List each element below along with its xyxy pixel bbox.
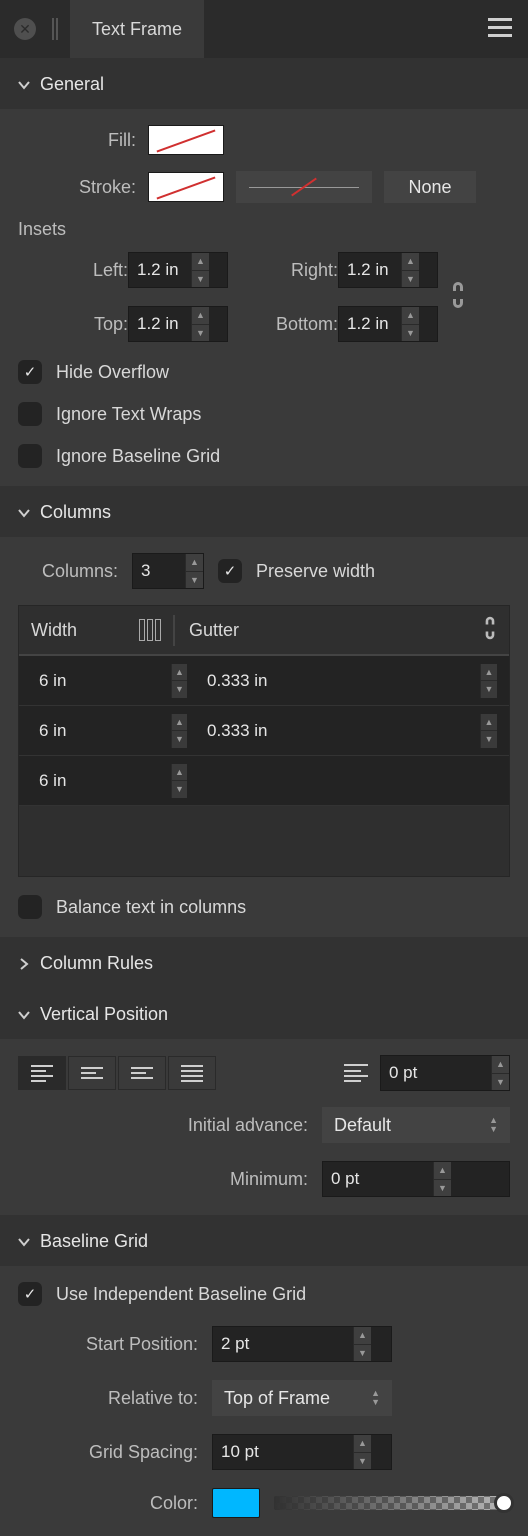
section-body-vertical: ▲▼ Initial advance: Default ▲▼ Minimum: … xyxy=(0,1039,528,1215)
fill-label: Fill: xyxy=(18,130,136,151)
vertical-offset-icon xyxy=(344,1064,368,1082)
section-body-baseline: Use Independent Baseline Grid Start Posi… xyxy=(0,1266,528,1536)
balance-columns-label: Balance text in columns xyxy=(56,897,246,918)
titlebar: ✕ Text Frame xyxy=(0,0,528,58)
link-insets-icon[interactable] xyxy=(450,280,466,315)
slider-thumb[interactable] xyxy=(494,1493,514,1513)
ignore-baseline-label: Ignore Baseline Grid xyxy=(56,446,220,467)
panel-tab-text-frame[interactable]: Text Frame xyxy=(70,0,204,58)
table-empty xyxy=(19,806,509,876)
grid-spacing-label: Grid Spacing: xyxy=(18,1442,198,1463)
section-title: Column Rules xyxy=(40,953,153,974)
gutter-header: Gutter xyxy=(189,620,239,641)
section-header-column-rules[interactable]: Column Rules xyxy=(0,937,528,988)
panel-drag-handle[interactable] xyxy=(52,18,58,40)
inset-bottom-field[interactable]: ▲▼ xyxy=(338,306,438,342)
section-header-vertical-position[interactable]: Vertical Position xyxy=(0,988,528,1039)
use-independent-baseline-label: Use Independent Baseline Grid xyxy=(56,1284,306,1305)
chevron-down-icon xyxy=(18,507,30,519)
baseline-color-swatch[interactable] xyxy=(212,1488,260,1518)
width-header: Width xyxy=(31,620,77,641)
panel-title: Text Frame xyxy=(92,19,182,40)
link-gutter-icon[interactable] xyxy=(483,615,497,646)
select-arrows-icon: ▲▼ xyxy=(371,1389,380,1407)
section-title: Baseline Grid xyxy=(40,1231,148,1252)
hide-overflow-label: Hide Overflow xyxy=(56,362,169,383)
section-header-general[interactable]: General xyxy=(0,58,528,109)
table-row: ▲▼ ▲▼ xyxy=(19,706,509,756)
stroke-style-dropdown[interactable]: None xyxy=(384,171,476,203)
ignore-text-wraps-checkbox[interactable] xyxy=(18,402,42,426)
baseline-opacity-slider[interactable] xyxy=(274,1496,510,1510)
table-row: ▲▼ xyxy=(19,756,509,806)
inset-top-field[interactable]: ▲▼ xyxy=(128,306,228,342)
insets-group-label: Insets xyxy=(18,219,510,240)
initial-advance-label: Initial advance: xyxy=(18,1115,308,1136)
inset-bottom-label: Bottom: xyxy=(228,314,338,335)
chevron-down-icon xyxy=(18,79,30,91)
stepper[interactable]: ▲▼ xyxy=(401,307,419,341)
table-row: ▲▼ ▲▼ xyxy=(19,656,509,706)
align-top-button[interactable] xyxy=(18,1056,66,1090)
stepper[interactable]: ▲▼ xyxy=(191,307,209,341)
width-field[interactable]: ▲▼ xyxy=(31,664,187,698)
stepper[interactable]: ▲▼ xyxy=(191,253,209,287)
vertical-align-group xyxy=(18,1056,216,1090)
inset-top-label: Top: xyxy=(18,314,128,335)
section-title: Columns xyxy=(40,502,111,523)
initial-advance-select[interactable]: Default ▲▼ xyxy=(322,1107,510,1143)
columns-icon xyxy=(139,619,161,641)
section-title: General xyxy=(40,74,104,95)
balance-columns-checkbox[interactable] xyxy=(18,895,42,919)
minimum-label: Minimum: xyxy=(18,1169,308,1190)
grid-spacing-field[interactable]: ▲▼ xyxy=(212,1434,392,1470)
inset-right-field[interactable]: ▲▼ xyxy=(338,252,438,288)
start-position-label: Start Position: xyxy=(18,1334,198,1355)
inset-right-label: Right: xyxy=(228,260,338,281)
ignore-baseline-checkbox[interactable] xyxy=(18,444,42,468)
close-button[interactable]: ✕ xyxy=(14,18,36,40)
hide-overflow-checkbox[interactable] xyxy=(18,360,42,384)
columns-table: Width Gutter ▲▼ ▲▼ ▲▼ ▲▼ ▲▼ xyxy=(18,605,510,877)
preserve-width-checkbox[interactable] xyxy=(218,559,242,583)
relative-to-select[interactable]: Top of Frame ▲▼ xyxy=(212,1380,392,1416)
align-center-button[interactable] xyxy=(68,1056,116,1090)
chevron-down-icon xyxy=(18,1009,30,1021)
select-arrows-icon: ▲▼ xyxy=(489,1116,498,1134)
align-bottom-button[interactable] xyxy=(118,1056,166,1090)
stepper[interactable]: ▲▼ xyxy=(185,554,203,588)
inset-left-label: Left: xyxy=(18,260,128,281)
color-label: Color: xyxy=(18,1493,198,1514)
ignore-text-wraps-label: Ignore Text Wraps xyxy=(56,404,201,425)
preserve-width-label: Preserve width xyxy=(256,561,375,582)
width-field[interactable]: ▲▼ xyxy=(31,714,187,748)
vertical-offset-field[interactable]: ▲▼ xyxy=(380,1055,510,1091)
gutter-field[interactable]: ▲▼ xyxy=(199,664,497,698)
section-body-general: Fill: Stroke: None Insets Left: ▲▼ Right… xyxy=(0,109,528,486)
section-title: Vertical Position xyxy=(40,1004,168,1025)
section-body-columns: Columns: ▲▼ Preserve width Width Gutter … xyxy=(0,537,528,937)
panel-menu-button[interactable] xyxy=(488,18,512,37)
section-header-baseline-grid[interactable]: Baseline Grid xyxy=(0,1215,528,1266)
table-header: Width Gutter xyxy=(19,606,509,656)
align-justify-button[interactable] xyxy=(168,1056,216,1090)
stepper[interactable]: ▲▼ xyxy=(401,253,419,287)
chevron-down-icon xyxy=(18,1236,30,1248)
columns-count-label: Columns: xyxy=(18,561,118,582)
columns-count-field[interactable]: ▲▼ xyxy=(132,553,204,589)
inset-left-field[interactable]: ▲▼ xyxy=(128,252,228,288)
section-header-columns[interactable]: Columns xyxy=(0,486,528,537)
fill-swatch[interactable] xyxy=(148,125,224,155)
stroke-swatch[interactable] xyxy=(148,172,224,202)
gutter-field[interactable]: ▲▼ xyxy=(199,714,497,748)
start-position-field[interactable]: ▲▼ xyxy=(212,1326,392,1362)
stroke-label: Stroke: xyxy=(18,177,136,198)
chevron-right-icon xyxy=(18,958,30,970)
relative-to-label: Relative to: xyxy=(18,1388,198,1409)
stroke-style-preview[interactable] xyxy=(236,171,372,203)
minimum-field[interactable]: ▲▼ xyxy=(322,1161,510,1197)
width-field[interactable]: ▲▼ xyxy=(31,764,187,798)
use-independent-baseline-checkbox[interactable] xyxy=(18,1282,42,1306)
